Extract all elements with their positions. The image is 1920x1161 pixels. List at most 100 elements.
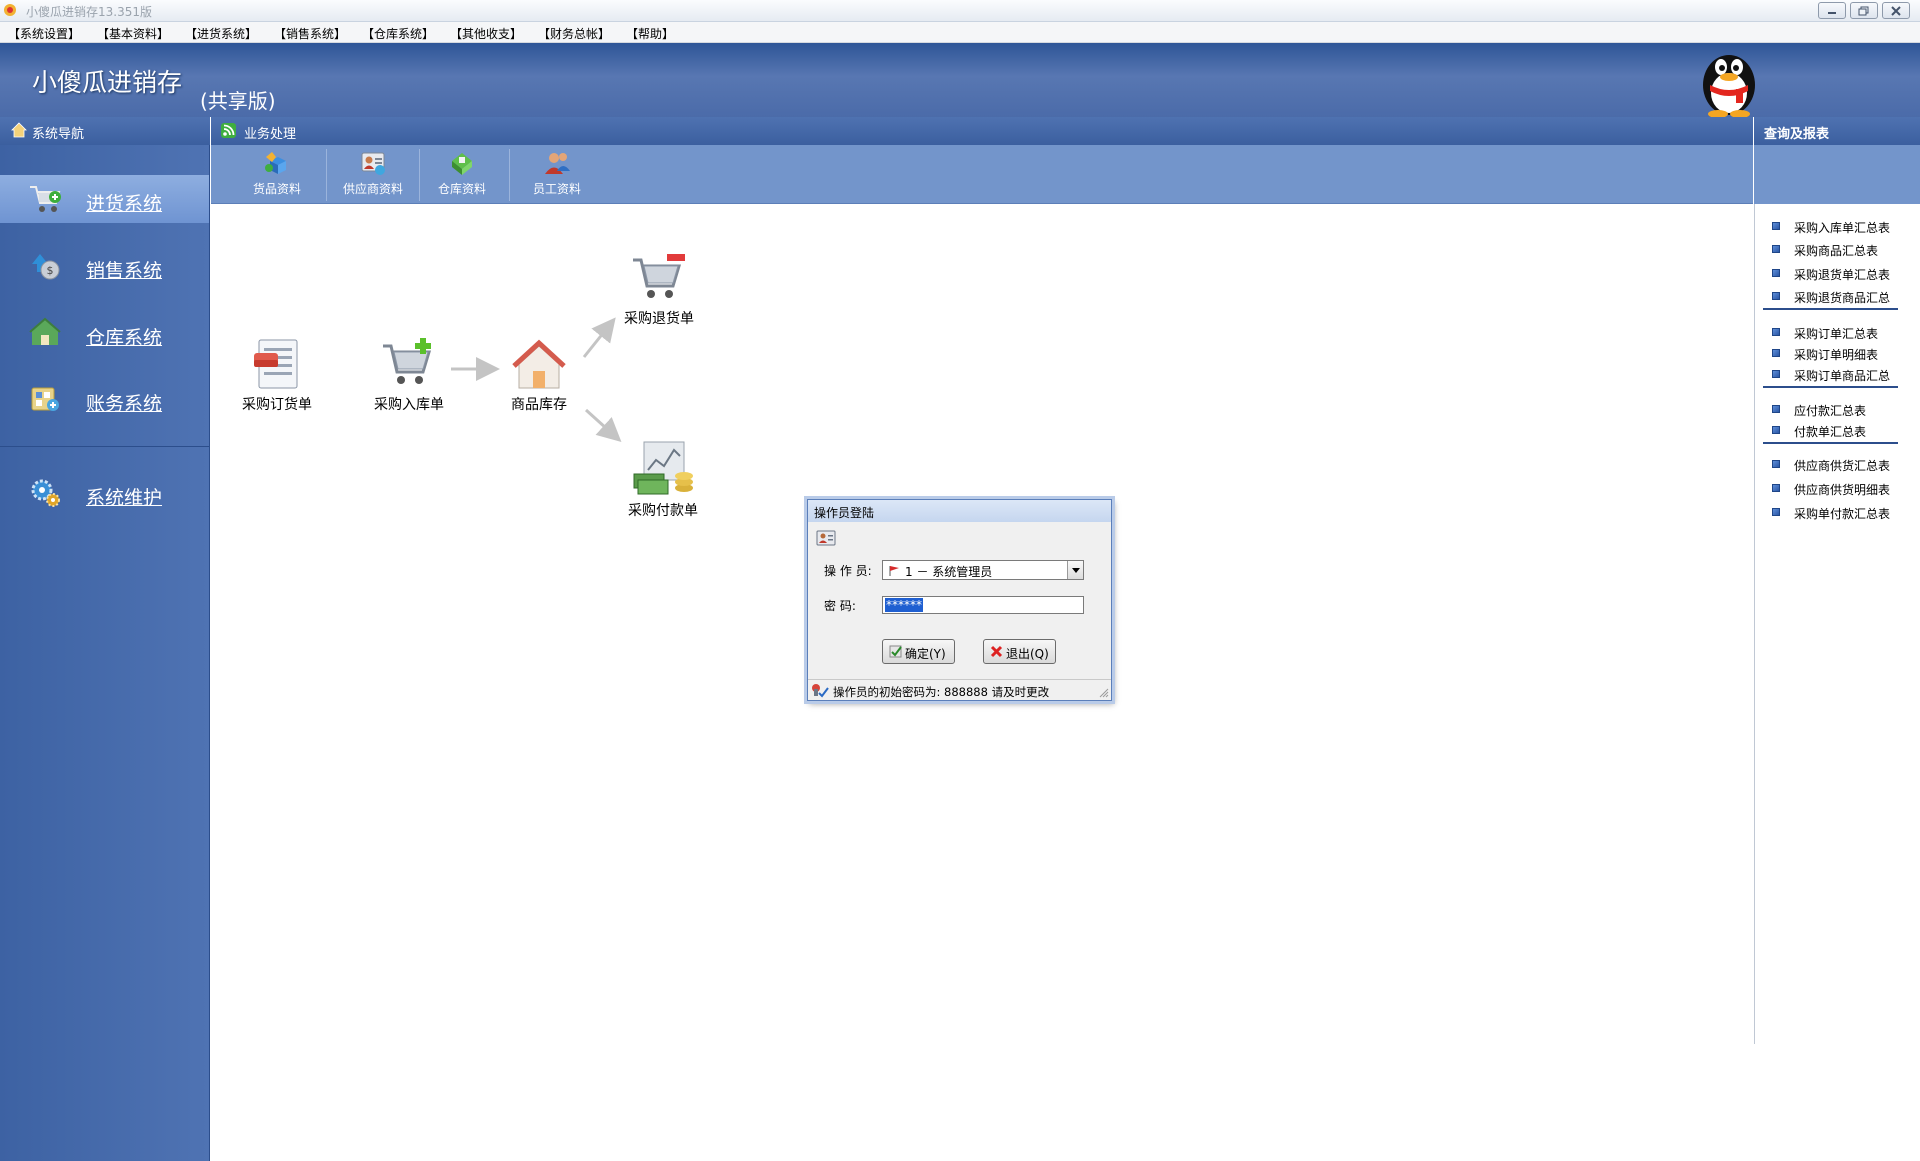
toolbar-warehouse-button[interactable]: 仓库资料 — [431, 149, 493, 199]
bullet-icon — [1772, 222, 1780, 230]
minimize-button[interactable] — [1818, 2, 1846, 19]
operator-dropdown-button[interactable] — [1067, 561, 1083, 579]
login-status-bar: 操作员的初始密码为: 888888 请及时更改 — [808, 679, 1111, 700]
cart-remove-icon — [633, 254, 685, 298]
password-field[interactable]: ****** — [882, 596, 1084, 614]
flow-purchase-order[interactable]: 采购订货单 — [241, 336, 313, 414]
warehouse-data-icon — [452, 153, 472, 175]
app-name: 小傻瓜进销存 — [32, 68, 183, 97]
nav-divider — [0, 446, 209, 447]
toolbar-staff-button[interactable]: 员工资料 — [526, 149, 588, 199]
nav-item-sales[interactable]: $ 销售系统 — [0, 242, 209, 290]
flow-purchase-inbound[interactable]: 采购入库单 — [369, 334, 449, 414]
arrow-stock-to-return — [582, 317, 616, 358]
toolbar-warehouse-label: 仓库资料 — [437, 182, 486, 196]
ok-button-label: 确定(Y) — [905, 647, 946, 661]
business-panel-header: 业务处理 — [211, 117, 1753, 145]
edition-label: (共享版) — [200, 89, 276, 113]
bullet-icon — [1772, 349, 1780, 357]
menu-system-settings[interactable]: 【系统设置】 — [8, 25, 80, 42]
app-header: 小傻瓜进销存 (共享版) — [0, 43, 1920, 117]
ok-button[interactable]: 确定(Y) — [882, 639, 955, 664]
key-check-icon — [812, 684, 829, 698]
chevron-down-icon — [1072, 568, 1080, 573]
svg-text:$: $ — [47, 264, 54, 277]
exit-x-icon — [990, 645, 1003, 658]
close-icon — [1891, 6, 1901, 16]
menu-basic-data[interactable]: 【基本资料】 — [97, 25, 169, 42]
nav-item-label: 仓库系统 — [86, 327, 163, 349]
nav-item-label: 销售系统 — [86, 260, 163, 282]
maximize-icon — [1858, 6, 1869, 16]
menu-warehouse[interactable]: 【仓库系统】 — [362, 25, 434, 42]
warehouse-icon — [29, 317, 61, 345]
menu-help[interactable]: 【帮助】 — [626, 25, 674, 42]
reports-panel: 采购入库单汇总表 采购商品汇总表 采购退货单汇总表 采购退货商品汇总 采购订单汇… — [1754, 204, 1920, 1044]
bullet-icon — [1772, 245, 1780, 253]
business-flow-canvas: 采购订货单 采购入库单 商品库存 采购退货单 采购付款单 操作员登陆 操 作 员… — [211, 204, 1753, 1161]
flow-purchase-return[interactable]: 采购退货单 — [619, 250, 699, 328]
toolbar-separator — [509, 149, 510, 201]
business-toolbar: 货品资料 供应商资料 仓库资料 员工资料 — [211, 145, 1753, 204]
exit-button[interactable]: 退出(Q) — [983, 639, 1056, 664]
house-icon — [512, 339, 566, 389]
home-icon — [11, 122, 27, 138]
login-dialog-titlebar: 操作员登陆 — [808, 500, 1111, 522]
flow-stock[interactable]: 商品库存 — [503, 338, 575, 414]
toolbar-supplier-button[interactable]: 供应商资料 — [335, 149, 411, 199]
reports-panel-header: 查询及报表 — [1754, 117, 1920, 145]
ledger-icon — [31, 387, 59, 411]
menu-bar: 【系统设置】 【基本资料】 【进货系统】 【销售系统】 【仓库系统】 【其他收支… — [0, 22, 1920, 43]
menu-other-income[interactable]: 【其他收支】 — [450, 25, 522, 42]
login-hint-text: 操作员的初始密码为: 888888 请及时更改 — [833, 685, 1050, 699]
flow-purchase-payment[interactable]: 采购付款单 — [623, 438, 703, 520]
menu-sales[interactable]: 【销售系统】 — [274, 25, 346, 42]
login-dialog: 操作员登陆 操 作 员: 1 － 系统管理员 密 码: ****** 确定(Y)… — [807, 499, 1112, 701]
nav-header: 系统导航 — [0, 117, 210, 145]
toolbar-supplier-label: 供应商资料 — [342, 182, 403, 196]
supplier-icon — [361, 152, 385, 175]
toolbar-goods-button[interactable]: 货品资料 — [247, 149, 307, 199]
bullet-icon — [1772, 269, 1780, 277]
rss-icon — [221, 123, 236, 138]
nav-item-maintenance[interactable]: 系统维护 — [0, 469, 209, 517]
toolbar-staff-label: 员工资料 — [532, 182, 581, 196]
maximize-button[interactable] — [1850, 2, 1878, 19]
cart-add-icon — [383, 338, 432, 384]
flow-label: 商品库存 — [511, 397, 567, 413]
resize-grip-icon[interactable] — [1099, 688, 1109, 698]
toolbar-separator — [419, 149, 420, 201]
nav-item-accounts[interactable]: 账务系统 — [0, 375, 209, 423]
operator-label: 操 作 员: — [824, 564, 872, 578]
flow-label: 采购入库单 — [374, 397, 444, 413]
cart-icon — [30, 186, 61, 212]
menu-finance[interactable]: 【财务总帐】 — [538, 25, 610, 42]
order-form-icon — [254, 339, 298, 389]
exit-button-label: 退出(Q) — [1006, 647, 1049, 661]
money-icon: $ — [32, 254, 60, 280]
close-button[interactable] — [1882, 2, 1910, 19]
menu-purchase[interactable]: 【进货系统】 — [185, 25, 257, 42]
nav-item-label: 账务系统 — [86, 393, 163, 415]
goods-icon — [265, 152, 286, 174]
bullet-icon — [1772, 460, 1780, 468]
nav-item-purchase[interactable]: 进货系统 — [0, 175, 209, 223]
staff-icon — [545, 153, 570, 174]
flow-label: 采购付款单 — [628, 503, 698, 519]
nav-item-warehouse[interactable]: 仓库系统 — [0, 309, 209, 357]
bullet-icon — [1772, 328, 1780, 336]
minimize-icon — [1828, 12, 1836, 14]
password-value: ****** — [885, 598, 923, 612]
password-label: 密 码: — [824, 599, 856, 613]
window-title: 小傻瓜进销存13.351版 — [26, 5, 152, 19]
flow-label: 采购退货单 — [624, 311, 694, 327]
operator-select[interactable]: 1 － 系统管理员 — [882, 560, 1084, 580]
left-nav-panel: 系统导航 进货系统 $ 销售系统 仓库系统 账务系统 系统维护 — [0, 117, 210, 1161]
flag-icon — [889, 566, 899, 576]
bullet-icon — [1772, 508, 1780, 516]
gear-icon — [31, 479, 60, 507]
bullet-icon — [1772, 292, 1780, 300]
business-panel-title: 业务处理 — [244, 127, 297, 142]
nav-item-label: 进货系统 — [86, 193, 163, 215]
reports-panel-band — [1754, 145, 1920, 204]
